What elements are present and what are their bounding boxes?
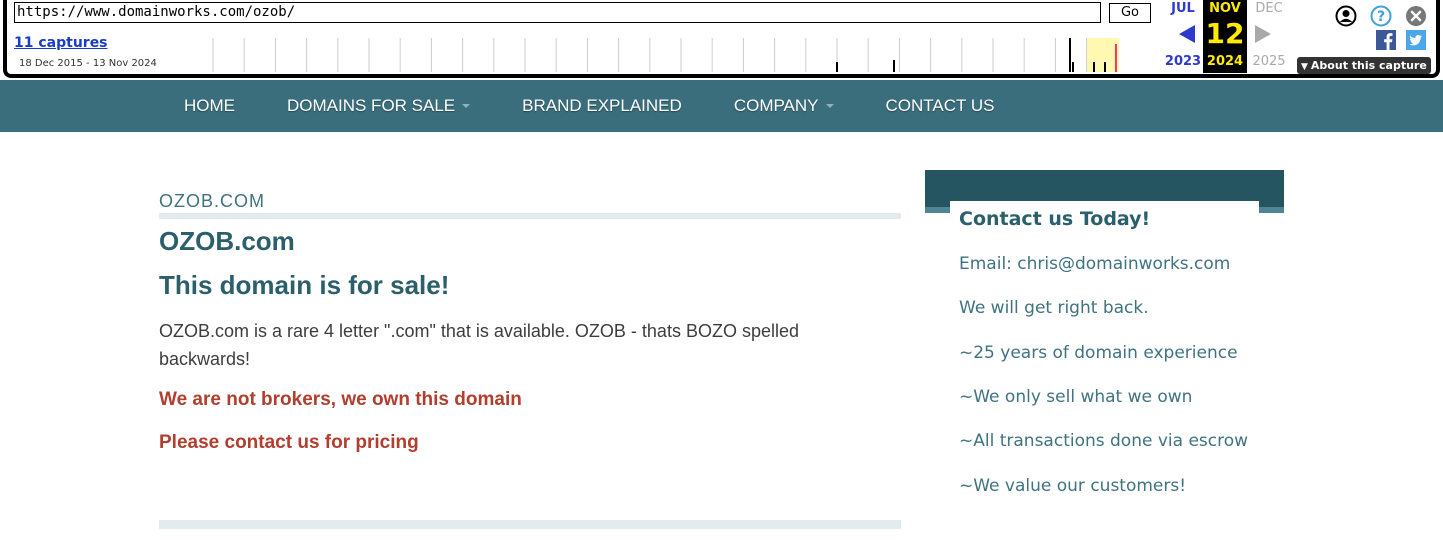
wayback-toolbar: https://www.domainworks.com/ozob/ Go 11 … xyxy=(0,0,1443,80)
current-month-label: NOV xyxy=(1209,1,1241,16)
main-navigation: HOME DOMAINS FOR SALE BRAND EXPLAINED CO… xyxy=(0,80,1443,132)
nav-item-brand-explained[interactable]: BRAND EXPLAINED xyxy=(496,80,708,132)
capture-date-range: 18 Dec 2015 - 13 Nov 2024 xyxy=(19,58,157,69)
nav-item-home[interactable]: HOME xyxy=(158,80,261,132)
sparkline-capture-bar xyxy=(1093,62,1095,72)
current-day-label: 12 xyxy=(1205,17,1245,50)
sparkline-current-year-highlight xyxy=(1087,38,1119,72)
account-icon[interactable] xyxy=(1335,5,1357,27)
content-divider xyxy=(159,520,901,529)
breadcrumb: OZOB.COM xyxy=(159,191,265,211)
sparkline-capture-bar xyxy=(1104,62,1106,72)
contact-email: Email: chris@domainworks.com xyxy=(959,254,1231,274)
nav-item-contact-us[interactable]: CONTACT US xyxy=(860,80,1021,132)
wayback-url-input[interactable]: https://www.domainworks.com/ozob/ xyxy=(14,2,1101,23)
contact-line: We will get right back. xyxy=(959,298,1149,318)
next-month-label: DEC xyxy=(1255,1,1283,16)
caret-down-icon: ▼ xyxy=(1301,62,1308,72)
nav-item-label: CONTACT US xyxy=(885,96,995,115)
sparkline-capture-bar xyxy=(836,62,838,72)
dropdown-caret-icon xyxy=(825,104,834,108)
sparkline-capture-bar xyxy=(1072,62,1074,72)
breadcrumb-divider xyxy=(159,213,901,219)
contact-line: ~25 years of domain experience xyxy=(959,343,1238,363)
capture-sparkline[interactable] xyxy=(181,36,1121,72)
ownership-note: We are not brokers, we own this domain xyxy=(159,389,522,410)
facebook-icon[interactable] xyxy=(1376,30,1396,50)
prev-month-label[interactable]: JUL xyxy=(1160,1,1206,16)
dropdown-caret-icon xyxy=(462,104,471,108)
nav-item-label: DOMAINS FOR SALE xyxy=(287,96,456,115)
page-subtitle: This domain is for sale! xyxy=(159,270,450,300)
prev-arrow-icon[interactable] xyxy=(1178,24,1196,44)
nav-item-domains-for-sale[interactable]: DOMAINS FOR SALE xyxy=(261,80,496,132)
svg-text:?: ? xyxy=(1377,9,1385,25)
close-icon[interactable] xyxy=(1405,5,1427,27)
sparkline-capture-bar xyxy=(1069,38,1071,72)
nav-item-label: BRAND EXPLAINED xyxy=(522,96,682,115)
about-capture-button[interactable]: ▼ About this capture xyxy=(1297,57,1431,74)
contact-line: ~All transactions done via escrow xyxy=(959,431,1249,451)
page-title: OZOB.com xyxy=(159,226,295,256)
wayback-go-button[interactable]: Go xyxy=(1109,3,1151,23)
help-icon[interactable]: ? xyxy=(1370,5,1392,27)
current-year-label: 2024 xyxy=(1206,54,1244,69)
nav-item-company[interactable]: COMPANY xyxy=(708,80,860,132)
next-arrow-icon xyxy=(1255,25,1271,43)
sparkline-current-marker xyxy=(1115,44,1117,72)
nav-items: HOME DOMAINS FOR SALE BRAND EXPLAINED CO… xyxy=(158,80,1020,132)
contact-line: ~We value our customers! xyxy=(959,476,1187,496)
nav-item-label: COMPANY xyxy=(733,96,819,115)
prev-year-label[interactable]: 2023 xyxy=(1160,54,1206,69)
pricing-note: Please contact us for pricing xyxy=(159,432,419,453)
sparkline-capture-bar xyxy=(893,60,895,72)
twitter-icon[interactable] xyxy=(1406,30,1426,50)
nav-item-label: HOME xyxy=(184,96,235,115)
about-capture-label: About this capture xyxy=(1310,59,1427,72)
next-year-label: 2025 xyxy=(1252,54,1286,69)
contact-title: Contact us Today! xyxy=(959,208,1151,230)
contact-line: ~We only sell what we own xyxy=(959,387,1193,407)
domain-description: OZOB.com is a rare 4 letter ".com" that … xyxy=(159,321,799,369)
captures-link[interactable]: 11 captures xyxy=(14,35,108,51)
